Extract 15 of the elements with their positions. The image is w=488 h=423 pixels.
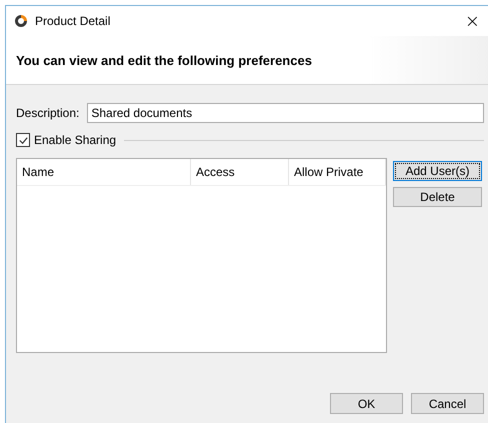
add-users-button[interactable]: Add User(s) bbox=[393, 161, 482, 181]
app-logo-icon bbox=[14, 14, 28, 28]
description-field[interactable]: Shared documents bbox=[87, 103, 484, 123]
cancel-button[interactable]: Cancel bbox=[411, 393, 484, 414]
ok-button[interactable]: OK bbox=[330, 393, 403, 414]
column-header[interactable]: Access bbox=[191, 159, 289, 185]
delete-button[interactable]: Delete bbox=[393, 187, 482, 207]
checkmark-icon bbox=[18, 134, 28, 146]
column-header[interactable]: Name bbox=[17, 159, 191, 185]
column-header[interactable]: Allow Private bbox=[289, 159, 386, 185]
header-banner: You can view and edit the following preferences bbox=[6, 36, 488, 85]
description-label: Description: bbox=[16, 106, 80, 120]
window-title: Product Detail bbox=[35, 14, 110, 28]
enable-sharing-checkbox[interactable]: Enable Sharing bbox=[16, 133, 116, 147]
close-button[interactable]: × bbox=[464, 10, 480, 32]
